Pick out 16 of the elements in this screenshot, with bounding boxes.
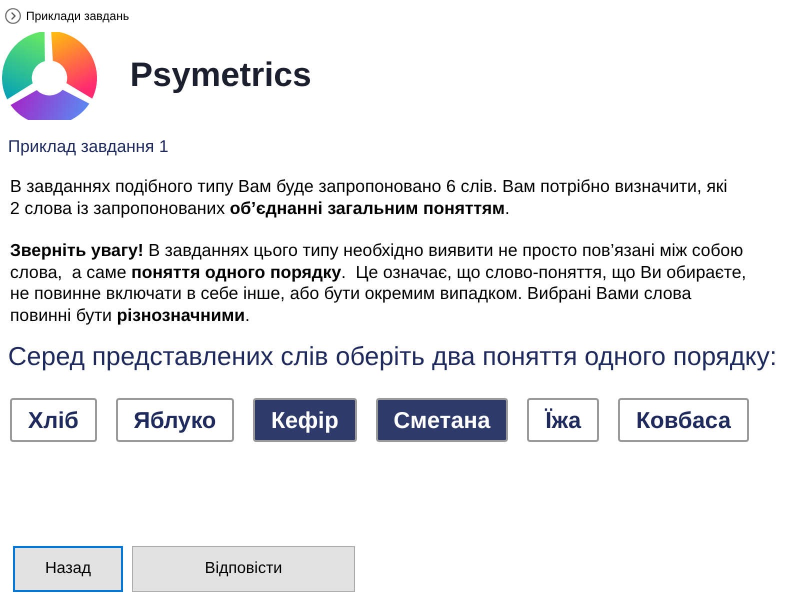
word-option[interactable]: Їжа <box>527 398 600 442</box>
task-title: Приклад завдання 1 <box>8 136 170 158</box>
back-button[interactable]: Назад <box>13 546 123 592</box>
word-option[interactable]: Хліб <box>10 398 97 442</box>
answer-button[interactable]: Відповісти <box>132 546 355 592</box>
instruction-text: В завданнях подібного типу Вам буде запропоновано 6 слів. Вам потрібно визначити, які 2 слова із запропонованих об’єднанні загальним поняттям. <box>10 176 728 219</box>
instruction-text: Зверніть увагу! В завданнях цього типу необхідно виявити не просто пов’язані між собою слова, а саме поняття одного порядку. Це означає, що слово-поняття, що Ви обираєте, не повинне включати в себе інше, або бути окремим випадком. Вибрані Вами слова повинні бути різнозначними. <box>10 240 748 326</box>
back-link[interactable]: Приклади завдань <box>26 8 130 24</box>
word-option[interactable]: Кефір <box>253 398 356 442</box>
chevron-circle-icon[interactable] <box>5 8 21 24</box>
ring-logo-icon <box>2 32 97 120</box>
word-option[interactable]: Яблуко <box>116 398 234 442</box>
brand-name: Psymetrics <box>130 54 312 96</box>
word-option[interactable]: Сметана <box>376 398 508 442</box>
question-text: Серед представлених слів оберіть два поняття одного порядку: <box>8 340 778 372</box>
word-option[interactable]: Ковбаса <box>618 398 749 442</box>
